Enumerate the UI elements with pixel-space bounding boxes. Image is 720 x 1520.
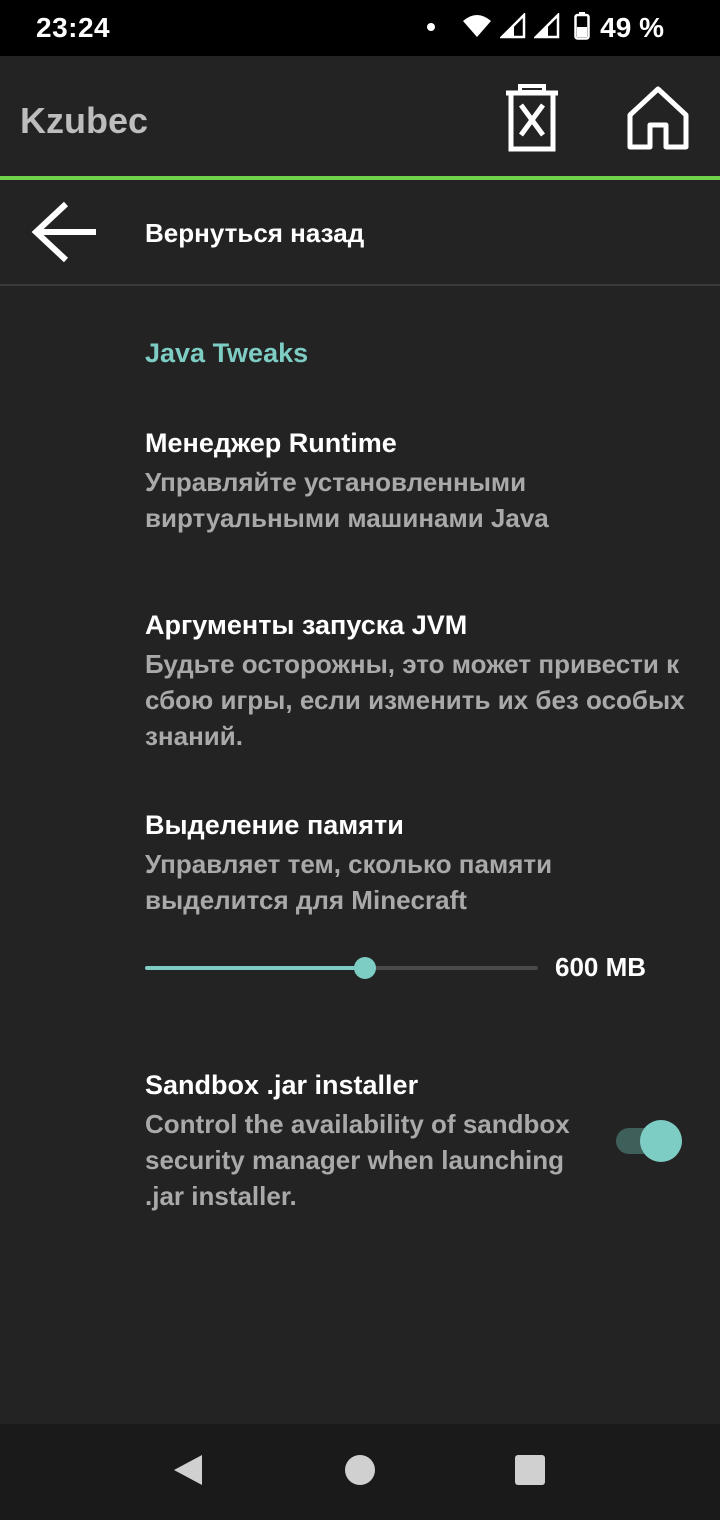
pref-summary: Управляет тем, сколько памяти выделится … [145,849,553,915]
pref-jvm-arguments[interactable]: Аргументы запуска JVM Будьте осторожны, … [145,608,695,754]
battery-icon [574,11,590,45]
pref-memory-allocation: Выделение памяти Управляет тем, сколько … [145,808,695,918]
nav-back-icon [172,1453,204,1492]
status-icons: 49 % [426,10,664,46]
sandbox-toggle[interactable] [616,1120,682,1162]
delete-icon [502,83,562,158]
slider-value: 600 MB [555,952,647,982]
pref-title: Sandbox .jar installer [145,1070,419,1100]
memory-slider[interactable] [145,957,538,979]
delete-button[interactable] [494,82,570,158]
back-arrow-icon[interactable] [28,198,100,266]
app-bar: Kzubec [0,56,720,180]
slider-fill [145,966,365,970]
pref-title: Аргументы запуска JVM [145,610,468,640]
nav-home-button[interactable] [338,1450,382,1494]
slider-thumb[interactable] [354,957,376,979]
switch-thumb [640,1120,682,1162]
pref-summary: Управляйте установленными виртуальными м… [145,467,549,533]
dot-icon [426,19,436,37]
pref-sandbox-installer[interactable]: Sandbox .jar installer Control the avail… [145,1068,605,1214]
home-button[interactable] [620,82,696,158]
nav-bar [0,1424,720,1520]
nav-recents-icon [515,1454,545,1490]
wifi-icon [462,13,492,44]
back-label: Вернуться назад [145,218,365,248]
pref-summary: Control the availability of sandbox secu… [145,1109,570,1211]
category-title: Java Tweaks [145,338,309,368]
nav-home-icon [344,1454,376,1491]
home-icon [626,85,690,156]
app-title: Kzubec [20,100,149,141]
signal-icon [499,11,526,44]
nav-back-button[interactable] [166,1450,210,1494]
nav-recents-button[interactable] [508,1450,552,1494]
pref-title: Выделение памяти [145,810,404,840]
pref-summary: Будьте осторожны, это может привести к с… [145,649,685,751]
pref-title: Менеджер Runtime [145,428,397,458]
back-row[interactable]: Вернуться назад [0,180,720,286]
memory-slider-row: 600 MB [145,948,685,988]
status-time: 23:24 [36,12,111,43]
signal-icon [533,11,560,44]
pref-runtime-manager[interactable]: Менеджер Runtime Управляйте установленны… [145,426,695,536]
status-bar: 23:24 49 % [0,0,720,56]
battery-percent: 49 % [600,12,664,43]
